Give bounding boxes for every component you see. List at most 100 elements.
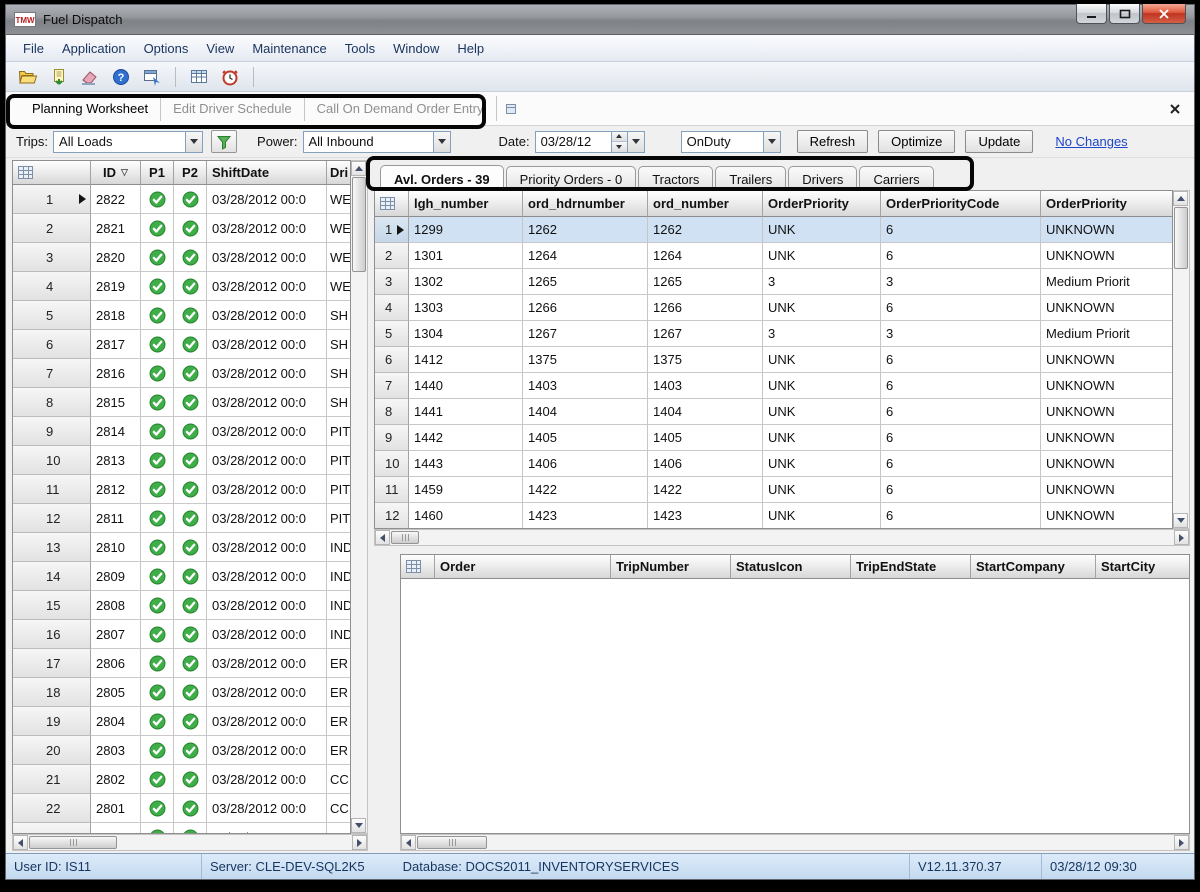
trips-grid-row[interactable]: 3282003/28/2012 00:0WE [13, 243, 350, 272]
scrollbar-thumb[interactable] [352, 177, 366, 272]
doc-tab-planning-worksheet[interactable]: Planning Worksheet [20, 96, 161, 121]
help-icon[interactable]: ? [109, 65, 133, 89]
menu-item-file[interactable]: File [14, 37, 53, 60]
clock-icon[interactable] [218, 65, 242, 89]
grid-tab-avl-orders-39[interactable]: Avl. Orders - 39 [380, 165, 504, 191]
maximize-button[interactable] [1109, 4, 1140, 24]
doc-tab-edit-driver-schedule[interactable]: Edit Driver Schedule [161, 96, 305, 121]
scroll-left-icon[interactable] [375, 530, 390, 545]
export-icon[interactable] [47, 65, 71, 89]
scrollbar-thumb[interactable] [417, 836, 487, 849]
orders-col-ord-number-2[interactable]: ord_number [648, 191, 763, 217]
table-icon[interactable] [187, 65, 211, 89]
trips-grid-row[interactable]: 14280903/28/2012 00:0IND [13, 562, 350, 591]
trips-grid-row[interactable]: 1282203/28/2012 00:0WE [13, 185, 350, 214]
trips-grid-row[interactable]: 13281003/28/2012 00:0IND [13, 533, 350, 562]
trips-grid-row[interactable]: 12281103/28/2012 00:0PIT [13, 504, 350, 533]
trip-col-startcity[interactable]: StartCity [1096, 555, 1189, 579]
menu-item-application[interactable]: Application [53, 37, 135, 60]
trips-grid-row[interactable]: 21280203/28/2012 00:0CC [13, 765, 350, 794]
scroll-up-icon[interactable] [1173, 191, 1188, 206]
scroll-right-icon[interactable] [1174, 835, 1189, 850]
orders-col-orderpriority-5[interactable]: OrderPriority [1041, 191, 1172, 217]
trip-col-startcompany[interactable]: StartCompany [971, 555, 1096, 579]
menu-item-options[interactable]: Options [135, 37, 198, 60]
trips-grid-row[interactable]: 18280503/28/2012 00:0ER [13, 678, 350, 707]
menu-item-tools[interactable]: Tools [336, 37, 384, 60]
menu-item-help[interactable]: Help [448, 37, 493, 60]
power-combo-arrow-icon[interactable] [433, 132, 450, 152]
scroll-left-icon[interactable] [13, 835, 28, 850]
orders-grid-row[interactable]: 4130312661266UNK6UNKNOWN [375, 295, 1172, 321]
orders-col-orderpriority-3[interactable]: OrderPriority [763, 191, 881, 217]
trips-grid-row[interactable]: 9281403/28/2012 00:0PIT [13, 417, 350, 446]
orders-grid-row[interactable]: 7144014031403UNK6UNKNOWN [375, 373, 1172, 399]
trips-grid-row[interactable]: 15280803/28/2012 00:0IND [13, 591, 350, 620]
no-changes-link[interactable]: No Changes [1055, 134, 1127, 149]
trip-col-tripendstate[interactable]: TripEndState [851, 555, 971, 579]
orders-grid-row[interactable]: 11145914221422UNK6UNKNOWN [375, 477, 1172, 503]
grid-tab-trailers[interactable]: Trailers [715, 166, 786, 191]
orders-grid-row[interactable]: 2130112641264UNK6UNKNOWN [375, 243, 1172, 269]
trips-col-p2[interactable]: P2 [174, 161, 207, 185]
date-calendar-arrow-icon[interactable] [627, 132, 644, 152]
trips-grid-row[interactable]: 17280603/28/2012 00:0ER [13, 649, 350, 678]
refresh-button[interactable]: Refresh [797, 130, 869, 153]
scroll-down-icon[interactable] [1173, 513, 1188, 528]
duty-status-combo[interactable]: OnDuty [681, 131, 781, 153]
scrollbar-thumb[interactable] [391, 531, 419, 544]
trips-col-shiftdate[interactable]: ShiftDate [207, 161, 327, 185]
trips-grid-row[interactable]: 5281803/28/2012 00:0SH [13, 301, 350, 330]
orders-col-ord-hdrnumber-1[interactable]: ord_hdrnumber [523, 191, 648, 217]
menu-item-window[interactable]: Window [384, 37, 448, 60]
trips-col-id[interactable]: ID▽ [91, 161, 141, 185]
menu-item-maintenance[interactable]: Maintenance [243, 37, 335, 60]
scroll-right-icon[interactable] [1174, 530, 1189, 545]
close-button[interactable] [1142, 4, 1186, 24]
update-button[interactable]: Update [965, 130, 1033, 153]
orders-col-orderprioritycode-4[interactable]: OrderPriorityCode [881, 191, 1041, 217]
trip-col-statusicon[interactable]: StatusIcon [731, 555, 851, 579]
power-combo[interactable]: All Inbound [303, 131, 451, 153]
trips-grid-row[interactable]: 16280703/28/2012 00:0IND [13, 620, 350, 649]
orders-grid-row[interactable]: 9144214051405UNK6UNKNOWN [375, 425, 1172, 451]
trips-grid-row[interactable]: 19280403/28/2012 00:0ER [13, 707, 350, 736]
scroll-left-icon[interactable] [401, 835, 416, 850]
trips-col-p1[interactable]: P1 [141, 161, 174, 185]
orders-grid-row[interactable]: 513041267126733Medium Priorit [375, 321, 1172, 347]
trips-filter-button[interactable] [211, 130, 237, 153]
grid-selector-icon[interactable] [375, 191, 409, 217]
trips-combo[interactable]: All Loads [53, 131, 203, 153]
orders-grid-row[interactable]: 1129912621262UNK6UNKNOWN [375, 217, 1172, 243]
scroll-right-icon[interactable] [352, 835, 367, 850]
scrollbar-thumb[interactable] [1174, 207, 1188, 269]
open-folder-icon[interactable] [16, 65, 40, 89]
trips-grid-row[interactable]: 23280003/28/2012 00:0CC [13, 823, 350, 833]
trips-col-driver[interactable]: Dri [327, 161, 350, 185]
orders-grid-row[interactable]: 8144114041404UNK6UNKNOWN [375, 399, 1172, 425]
tab-list-icon[interactable] [505, 103, 517, 115]
trips-grid-row[interactable]: 8281503/28/2012 00:0SH [13, 388, 350, 417]
orders-col-lgh-number-0[interactable]: lgh_number [409, 191, 523, 217]
scrollbar-thumb[interactable] [29, 836, 117, 849]
grid-selector-icon[interactable] [401, 555, 435, 579]
orders-grid-row[interactable]: 10144314061406UNK6UNKNOWN [375, 451, 1172, 477]
trip-col-tripnumber[interactable]: TripNumber [611, 555, 731, 579]
grid-tab-drivers[interactable]: Drivers [788, 166, 857, 191]
trips-grid-row[interactable]: 10281303/28/2012 00:0PIT [13, 446, 350, 475]
tabstrip-close-icon[interactable] [1168, 102, 1182, 116]
date-spin-up-icon[interactable] [612, 132, 627, 142]
orders-grid-row[interactable]: 313021265126533Medium Priorit [375, 269, 1172, 295]
grid-tab-tractors[interactable]: Tractors [638, 166, 713, 191]
optimize-button[interactable]: Optimize [878, 130, 955, 153]
minimize-button[interactable] [1076, 4, 1107, 24]
trips-grid-row[interactable]: 4281903/28/2012 00:0WE [13, 272, 350, 301]
doc-tab-call-on-demand-order-entry[interactable]: Call On Demand Order Entry [305, 96, 497, 121]
orders-grid-row[interactable]: 6141213751375UNK6UNKNOWN [375, 347, 1172, 373]
scroll-up-icon[interactable] [351, 161, 366, 176]
eraser-icon[interactable] [78, 65, 102, 89]
trips-grid-row[interactable]: 7281603/28/2012 00:0SH [13, 359, 350, 388]
grid-tab-priority-orders-0[interactable]: Priority Orders - 0 [506, 166, 637, 191]
menu-item-view[interactable]: View [197, 37, 243, 60]
date-spinner[interactable] [611, 132, 627, 152]
